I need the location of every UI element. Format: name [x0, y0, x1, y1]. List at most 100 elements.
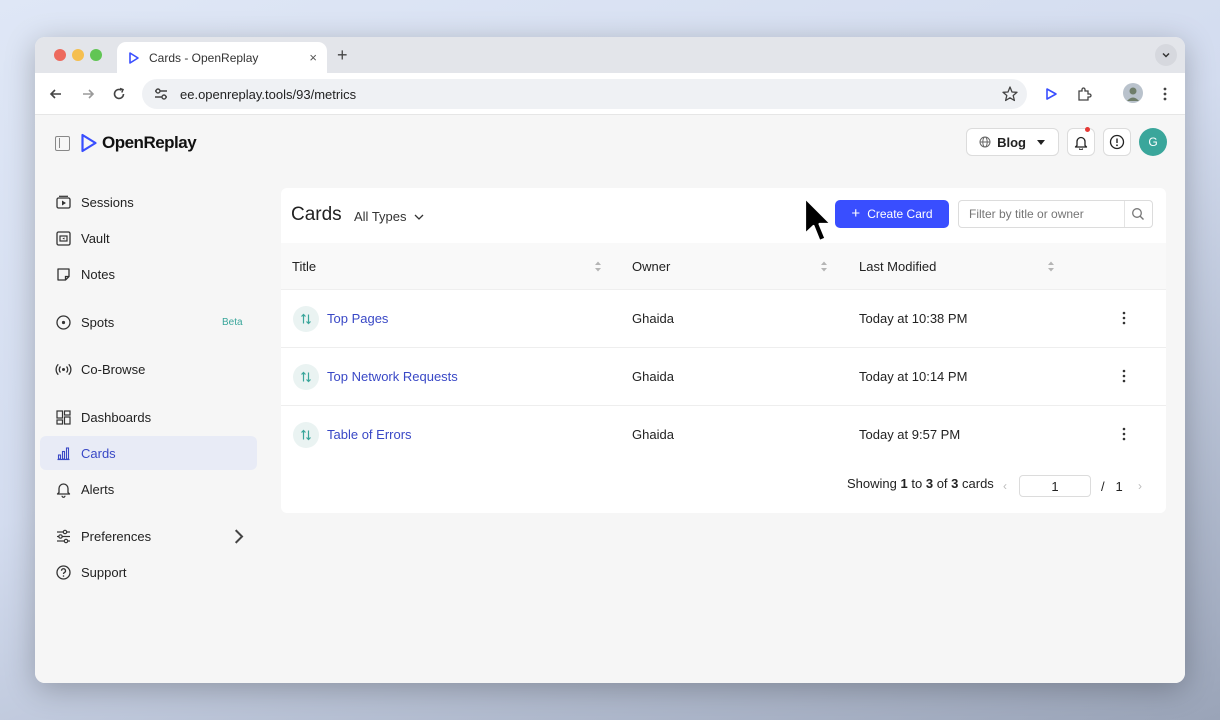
help-info-button[interactable]	[1103, 128, 1131, 156]
browser-toolbar: ee.openreplay.tools/93/metrics	[35, 73, 1185, 115]
tab-title: Cards - OpenReplay	[149, 50, 259, 65]
close-window-button[interactable]	[54, 49, 66, 61]
question-icon	[56, 564, 71, 580]
pagination-to-word: to	[911, 476, 923, 491]
tab-strip: Cards - OpenReplay × +	[35, 37, 1185, 73]
sidebar-item-support[interactable]: Support	[40, 555, 257, 589]
table-metric-icon	[293, 364, 319, 390]
header-actions: Blog G	[966, 127, 1167, 156]
sidebar-item-sessions[interactable]: Sessions	[40, 185, 257, 219]
sidebar-item-label: Vault	[81, 230, 110, 246]
pagination-total: 3	[951, 476, 959, 491]
notifications-button[interactable]	[1067, 127, 1095, 156]
table-row[interactable]: Top Pages Ghaida Today at 10:38 PM	[281, 290, 1166, 348]
sidebar-item-co-browse[interactable]: Co-Browse	[40, 352, 257, 386]
card-title-link[interactable]: Top Network Requests	[327, 369, 458, 384]
table-header: Title Owner Last Modified	[281, 243, 1166, 290]
column-header-last-modified[interactable]: Last Modified	[859, 259, 936, 274]
minimize-window-button[interactable]	[72, 49, 84, 61]
column-header-title[interactable]: Title	[292, 259, 316, 274]
card-last-modified: Today at 10:14 PM	[859, 369, 968, 384]
previous-page-button[interactable]: ‹	[1003, 479, 1007, 493]
card-last-modified: Today at 9:57 PM	[859, 427, 961, 442]
search-icon[interactable]	[1131, 207, 1145, 221]
forward-arrow-icon[interactable]	[78, 84, 98, 104]
sidebar-item-label: Dashboards	[81, 409, 152, 425]
more-options-icon[interactable]	[1117, 425, 1131, 443]
plus-icon: +	[851, 204, 861, 222]
caret-down-icon	[1037, 139, 1045, 145]
sidebar-item-dashboards[interactable]: Dashboards	[40, 400, 257, 434]
sidebar-item-notes[interactable]: Notes	[40, 257, 257, 291]
pagination-unit: cards	[962, 476, 994, 491]
bell-icon	[1074, 136, 1088, 150]
url-text: ee.openreplay.tools/93/metrics	[180, 86, 357, 102]
openreplay-favicon-icon	[129, 51, 139, 64]
table-row[interactable]: Table of Errors Ghaida Today at 9:57 PM	[281, 406, 1166, 464]
sort-icon[interactable]	[1047, 260, 1055, 273]
sidebar-item-spots[interactable]: Spots Beta	[40, 305, 257, 339]
sidebar-collapse-icon[interactable]	[55, 135, 70, 151]
bar-chart-icon	[57, 446, 70, 460]
sort-icon[interactable]	[820, 260, 828, 273]
more-options-icon[interactable]	[1117, 309, 1131, 327]
chevron-down-icon	[414, 214, 423, 220]
tab-close-icon[interactable]: ×	[309, 50, 317, 65]
tab-search-chevron-icon[interactable]	[1155, 44, 1177, 66]
page-title: Cards	[291, 204, 342, 225]
browser-tab-active[interactable]: Cards - OpenReplay ×	[117, 42, 327, 73]
globe-icon	[979, 136, 991, 148]
vault-icon	[56, 230, 71, 246]
column-header-owner[interactable]: Owner	[632, 259, 670, 274]
sort-icon[interactable]	[594, 260, 602, 273]
address-bar[interactable]: ee.openreplay.tools/93/metrics	[142, 79, 1027, 109]
sidebar-item-label: Support	[81, 564, 127, 580]
site-selector-label: Blog	[997, 134, 1026, 150]
spot-icon	[56, 314, 71, 330]
site-settings-icon[interactable]	[152, 85, 170, 103]
card-owner: Ghaida	[632, 427, 674, 442]
browser-profile-avatar[interactable]	[1123, 83, 1143, 103]
sidebar-item-vault[interactable]: Vault	[40, 221, 257, 255]
sidebar-item-alerts[interactable]: Alerts	[40, 472, 257, 506]
bookmark-star-icon[interactable]	[1001, 85, 1019, 103]
openreplay-extension-icon[interactable]	[1041, 84, 1061, 104]
table-row[interactable]: Top Network Requests Ghaida Today at 10:…	[281, 348, 1166, 406]
user-avatar[interactable]: G	[1139, 128, 1167, 156]
browser-menu-kebab-icon[interactable]	[1155, 84, 1175, 104]
notification-dot	[1085, 127, 1090, 132]
sidebar-item-preferences[interactable]: Preferences	[40, 519, 257, 553]
card-title-link[interactable]: Top Pages	[327, 311, 388, 326]
maximize-window-button[interactable]	[90, 49, 102, 61]
new-tab-button[interactable]: +	[337, 45, 348, 66]
page-number-input[interactable]	[1019, 475, 1091, 497]
more-options-icon[interactable]	[1117, 367, 1131, 385]
type-filter-dropdown[interactable]: All Types	[354, 209, 424, 224]
pagination-of-word: of	[936, 476, 948, 491]
pagination-summary: Showing 1 to 3 of 3 cards	[847, 476, 994, 491]
pagination-showing: Showing	[847, 476, 897, 491]
create-card-label: Create Card	[867, 207, 933, 221]
sidebar-item-label: Sessions	[81, 194, 134, 210]
grid-icon	[56, 409, 71, 425]
table-metric-icon	[293, 422, 319, 448]
chevron-right-icon	[234, 528, 244, 544]
reload-icon[interactable]	[109, 84, 129, 104]
openreplay-app: OpenReplay Blog G Sessions Vault Notes S…	[35, 115, 1185, 683]
type-filter-label: All Types	[354, 209, 407, 224]
sidebar-item-label: Notes	[81, 266, 115, 282]
play-box-icon	[56, 195, 71, 209]
next-page-button[interactable]: ›	[1138, 479, 1142, 493]
site-selector-button[interactable]: Blog	[966, 128, 1059, 156]
sidebar-item-label: Alerts	[81, 481, 115, 497]
card-title-link[interactable]: Table of Errors	[327, 427, 412, 442]
sidebar-item-cards[interactable]: Cards	[40, 436, 257, 470]
extensions-puzzle-icon[interactable]	[1074, 84, 1094, 104]
page-total-value: 1	[1115, 479, 1123, 494]
sliders-icon	[57, 529, 70, 543]
back-arrow-icon[interactable]	[46, 84, 66, 104]
create-card-button[interactable]: + Create Card	[835, 200, 949, 228]
sidebar-item-label: Spots	[81, 314, 115, 330]
cards-panel: Cards All Types + Create Card Title Owne…	[281, 188, 1166, 513]
logo-text: OpenReplay	[102, 133, 197, 152]
